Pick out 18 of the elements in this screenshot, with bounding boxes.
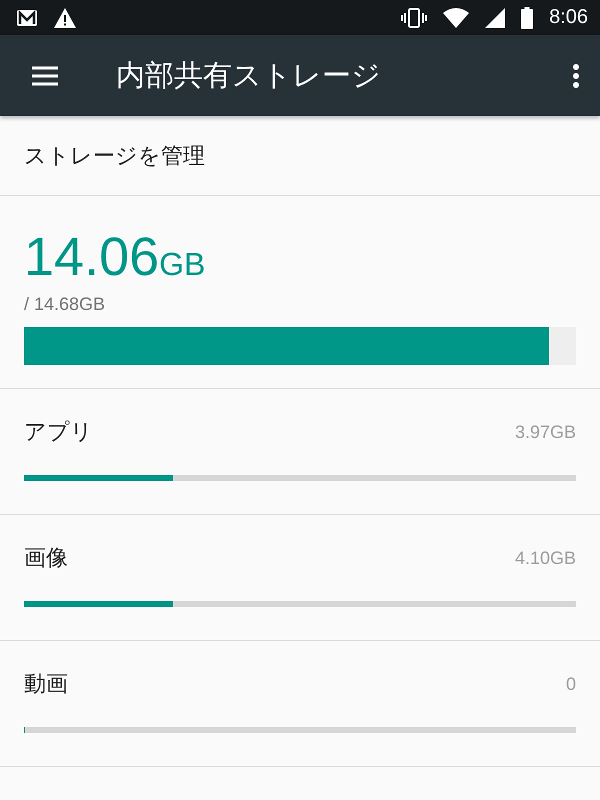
category-name[interactable]: 画像 <box>24 543 68 573</box>
category-name[interactable]: 動画 <box>24 669 68 699</box>
total-storage: / 14.68GB <box>24 294 106 315</box>
manage-storage-link[interactable]: ストレージを管理 <box>24 140 205 170</box>
category-size: 0 <box>566 674 576 694</box>
screen-title: 内部共有ストレージ <box>116 58 382 94</box>
category-size: 3.97GB <box>514 422 576 442</box>
battery-icon <box>521 6 534 28</box>
clock-time: 8:06 <box>549 6 588 29</box>
warning-icon <box>54 8 76 28</box>
signal-icon <box>485 8 506 28</box>
wifi-icon <box>443 8 470 28</box>
used-storage-value: 14.06 <box>24 226 160 288</box>
used-storage-unit: GB <box>159 246 206 283</box>
vibrate-icon <box>401 8 428 28</box>
category-name[interactable]: アプリ <box>24 417 93 447</box>
mail-icon <box>16 8 38 26</box>
category-size: 4.10GB <box>514 548 576 568</box>
